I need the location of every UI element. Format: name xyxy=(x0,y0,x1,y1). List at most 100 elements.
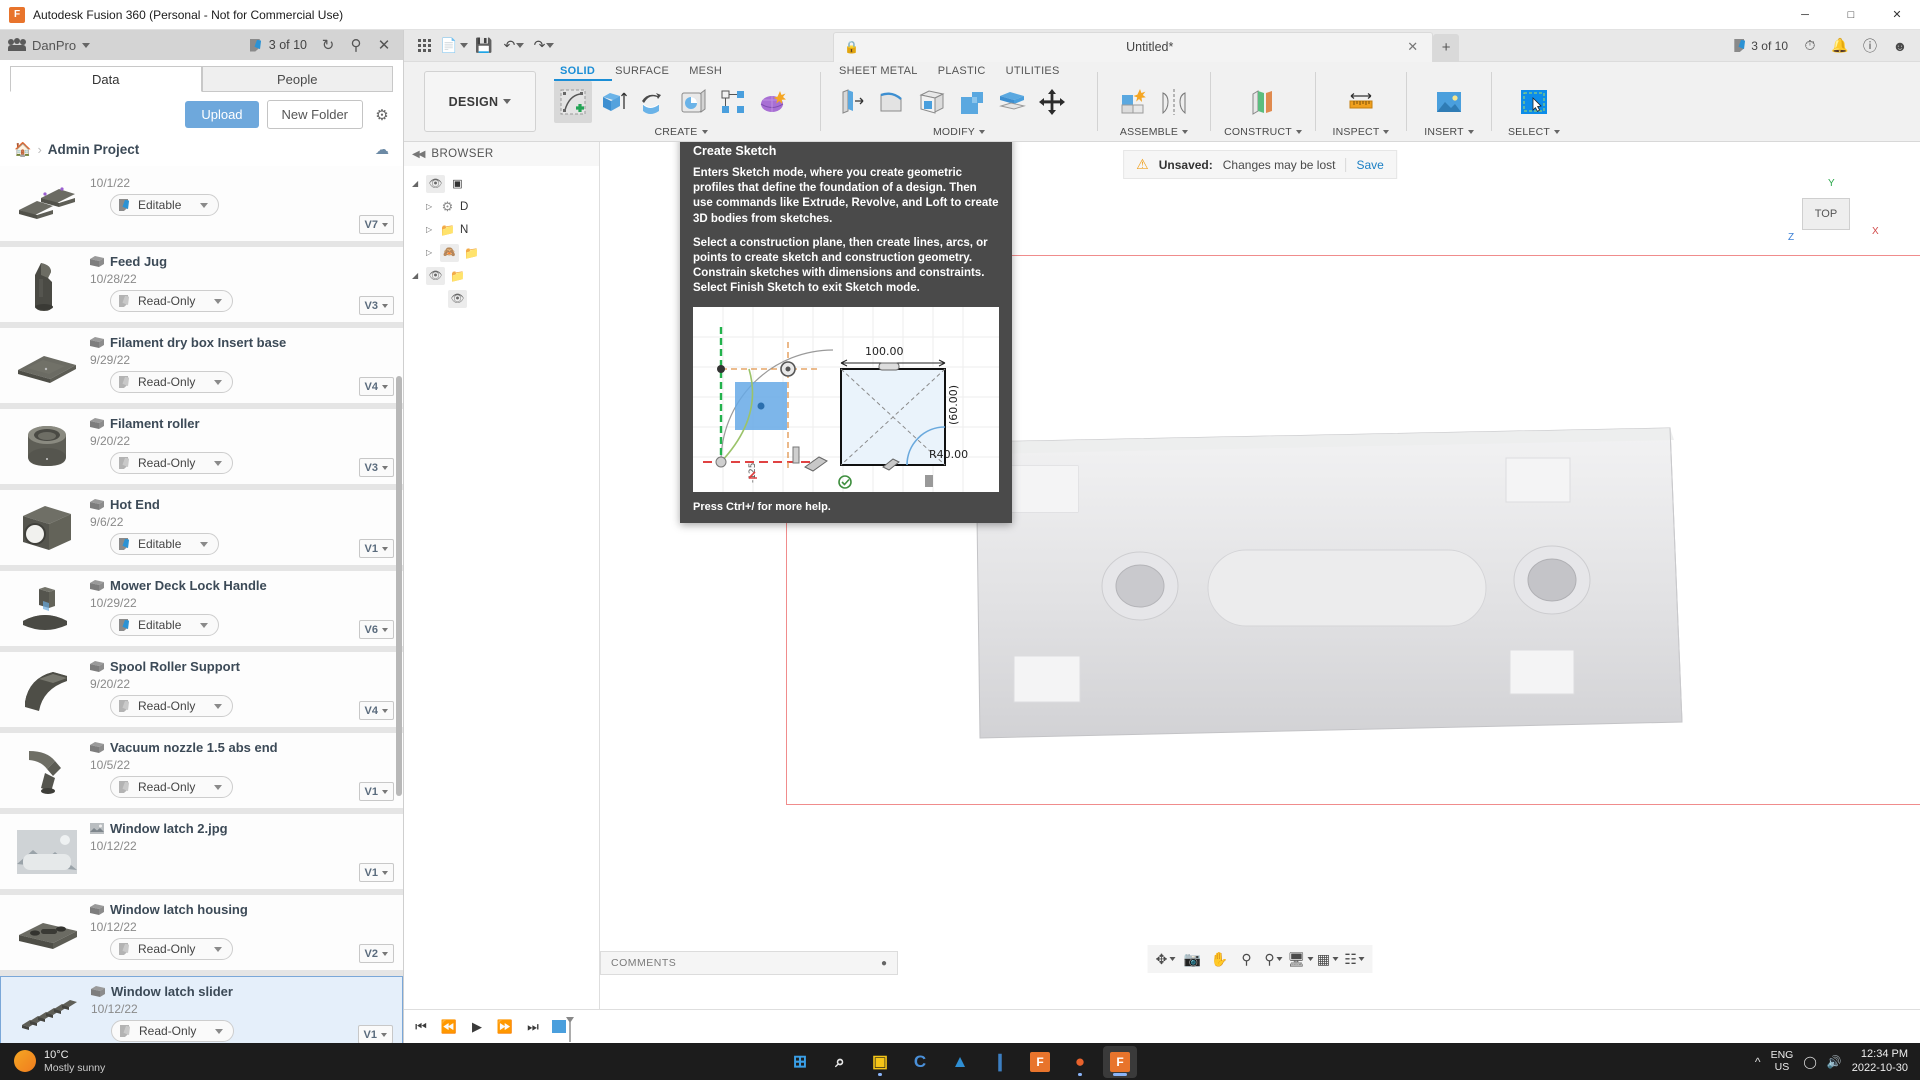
taskbar-file-explorer[interactable]: ▣ xyxy=(863,1046,897,1078)
tab-people[interactable]: People xyxy=(201,66,393,92)
tab-mesh[interactable]: MESH xyxy=(679,62,732,80)
comments-bar[interactable]: COMMENTS ● xyxy=(600,951,898,975)
list-item[interactable]: Window latch slider 10/12/22 Read-Only V1 xyxy=(0,976,403,1043)
browser-node-3[interactable]: ▷ 🙈 📁 xyxy=(404,241,599,264)
gear-icon[interactable]: ⚙ xyxy=(371,104,393,126)
close-button[interactable]: ✕ xyxy=(1874,0,1920,30)
offset-plane-icon[interactable] xyxy=(1244,81,1282,123)
list-item[interactable]: Hot End 9/6/22 Editable V1 xyxy=(0,490,403,571)
taskbar-search-button[interactable]: ⌕ xyxy=(823,1046,857,1078)
tab-plastic[interactable]: PLASTIC xyxy=(928,62,996,80)
expand-triangle-icon[interactable]: ◢ xyxy=(412,271,421,280)
timeline-playhead[interactable] xyxy=(552,1016,574,1042)
taskbar-firefox[interactable]: ● xyxy=(1063,1046,1097,1078)
permission-dropdown[interactable]: Read-Only xyxy=(110,452,234,474)
visibility-eye-icon[interactable]: 👁 xyxy=(426,174,445,193)
shell-icon[interactable] xyxy=(913,81,951,123)
press-pull-icon[interactable] xyxy=(993,81,1031,123)
list-item[interactable]: Filament roller 9/20/22 Read-Only V3 xyxy=(0,409,403,490)
comment-count-icon[interactable]: ● xyxy=(881,958,887,969)
form-icon[interactable] xyxy=(754,81,792,123)
list-item[interactable]: 10/1/22 Editable V7 xyxy=(0,166,403,247)
new-folder-button[interactable]: New Folder xyxy=(266,100,363,129)
list-item[interactable]: Feed Jug 10/28/22 Read-Only V3 xyxy=(0,247,403,328)
combine-icon[interactable] xyxy=(953,81,991,123)
permission-dropdown[interactable]: Editable xyxy=(110,533,220,555)
list-item[interactable]: Spool Roller Support 9/20/22 Read-Only V4 xyxy=(0,652,403,733)
inspect-group-label[interactable]: INSPECT xyxy=(1324,124,1398,140)
new-document-tab-button[interactable]: + xyxy=(1433,33,1460,62)
timeline-next-button[interactable]: ⏩ xyxy=(496,1019,514,1035)
version-dropdown[interactable]: V6 xyxy=(358,620,394,639)
version-dropdown[interactable]: V7 xyxy=(358,215,394,234)
show-hidden-icons[interactable]: ^ xyxy=(1755,1055,1761,1069)
construct-group-label[interactable]: CONSTRUCT xyxy=(1219,124,1307,140)
data-file-list[interactable]: 10/1/22 Editable V7 Feed Jug 10/28/22 Read-On… xyxy=(0,166,403,1043)
measure-icon[interactable] xyxy=(1342,81,1380,123)
version-dropdown[interactable]: V1 xyxy=(358,782,394,801)
weather-widget[interactable]: 10°C Mostly sunny xyxy=(0,1049,105,1074)
document-tab[interactable]: 🔒 Untitled* ✕ xyxy=(833,31,1434,62)
permission-dropdown[interactable]: Read-Only xyxy=(110,938,234,960)
flange-icon[interactable] xyxy=(833,81,871,123)
version-dropdown[interactable]: V2 xyxy=(358,944,394,963)
zoom-window-icon[interactable]: ⚲ xyxy=(1262,948,1286,970)
browser-tree[interactable]: ◢ 👁 ▣ ▷ ⚙ D ▷ 📁 N ▷ 🙈 📁 ◢ 👁 📁 👁 xyxy=(404,166,599,310)
version-dropdown[interactable]: V4 xyxy=(358,377,394,396)
job-status-icon[interactable]: ⏱ xyxy=(1796,33,1824,59)
visibility-eye-icon[interactable]: 👁 xyxy=(426,266,445,285)
extrude-icon[interactable] xyxy=(594,81,632,123)
tab-solid[interactable]: SOLID xyxy=(550,62,605,80)
insert-image-icon[interactable] xyxy=(1430,81,1468,123)
version-dropdown[interactable]: V3 xyxy=(358,458,394,477)
tab-sheet-metal[interactable]: SHEET METAL xyxy=(829,62,928,80)
help-icon[interactable]: ⓘ xyxy=(1856,33,1884,59)
select-group-label[interactable]: SELECT xyxy=(1500,124,1568,140)
list-item[interactable]: Mower Deck Lock Handle 10/29/22 Editable V6 xyxy=(0,571,403,652)
permission-dropdown[interactable]: Editable xyxy=(110,614,220,636)
browser-node-2[interactable]: ▷ 📁 N xyxy=(404,218,599,241)
version-dropdown[interactable]: V1 xyxy=(357,1025,393,1043)
assemble-group-label[interactable]: ASSEMBLE xyxy=(1106,124,1202,140)
browser-node-4[interactable]: ◢ 👁 📁 xyxy=(404,264,599,287)
create-sketch-icon[interactable] xyxy=(554,81,592,123)
save-icon[interactable]: 💾 xyxy=(470,33,498,59)
orbit-icon[interactable]: ✥ xyxy=(1154,948,1178,970)
taskbar-fusion-1[interactable]: F xyxy=(1023,1046,1057,1078)
timeline-prev-button[interactable]: ⏪ xyxy=(440,1019,458,1035)
search-icon[interactable]: ⚲ xyxy=(345,34,367,56)
home-icon[interactable]: 🏠 xyxy=(14,141,31,158)
permission-dropdown[interactable]: Read-Only xyxy=(110,290,234,312)
select-icon[interactable] xyxy=(1515,81,1553,123)
browser-node-1[interactable]: ▷ ⚙ D xyxy=(404,195,599,218)
sweep-icon[interactable] xyxy=(674,81,712,123)
tab-surface[interactable]: SURFACE xyxy=(605,62,679,80)
taskbar-chrome[interactable]: C xyxy=(903,1046,937,1078)
viewport-layout-icon[interactable]: ☷ xyxy=(1343,948,1367,970)
upload-button[interactable]: Upload xyxy=(185,101,259,128)
view-cube[interactable]: TOP Y X Z xyxy=(1780,170,1890,262)
undo-icon[interactable]: ↶ xyxy=(500,33,528,59)
tab-data[interactable]: Data xyxy=(10,66,202,92)
chevron-down-icon[interactable] xyxy=(82,42,91,48)
permission-dropdown[interactable]: Read-Only xyxy=(110,371,234,393)
close-panel-icon[interactable]: ✕ xyxy=(373,34,395,56)
taskbar-clock[interactable]: 12:34 PM 2022-10-30 xyxy=(1852,1048,1908,1074)
timeline-play-button[interactable]: ▶ xyxy=(468,1019,486,1035)
list-item[interactable]: Window latch housing 10/12/22 Read-Only V2 xyxy=(0,895,403,976)
revolve-icon[interactable] xyxy=(634,81,672,123)
browser-node-5[interactable]: 👁 xyxy=(404,287,599,310)
display-settings-icon[interactable]: 🖥 xyxy=(1288,948,1314,970)
zoom-icon[interactable]: ⚲ xyxy=(1235,948,1259,970)
taskbar-fusion-2[interactable]: F xyxy=(1103,1045,1137,1078)
list-item[interactable]: Filament dry box Insert base 9/29/22 Read-… xyxy=(0,328,403,409)
move-copy-icon[interactable] xyxy=(1033,81,1071,123)
browser-node-root[interactable]: ◢ 👁 ▣ xyxy=(404,172,599,195)
workspace-switcher[interactable]: DESIGN xyxy=(424,71,536,132)
look-at-icon[interactable]: 📷 xyxy=(1181,948,1205,970)
document-tab-close-icon[interactable]: ✕ xyxy=(1403,39,1422,55)
version-dropdown[interactable]: V1 xyxy=(358,863,394,882)
version-dropdown[interactable]: V1 xyxy=(358,539,394,558)
pan-icon[interactable]: ✋ xyxy=(1208,948,1232,970)
version-dropdown[interactable]: V4 xyxy=(358,701,394,720)
